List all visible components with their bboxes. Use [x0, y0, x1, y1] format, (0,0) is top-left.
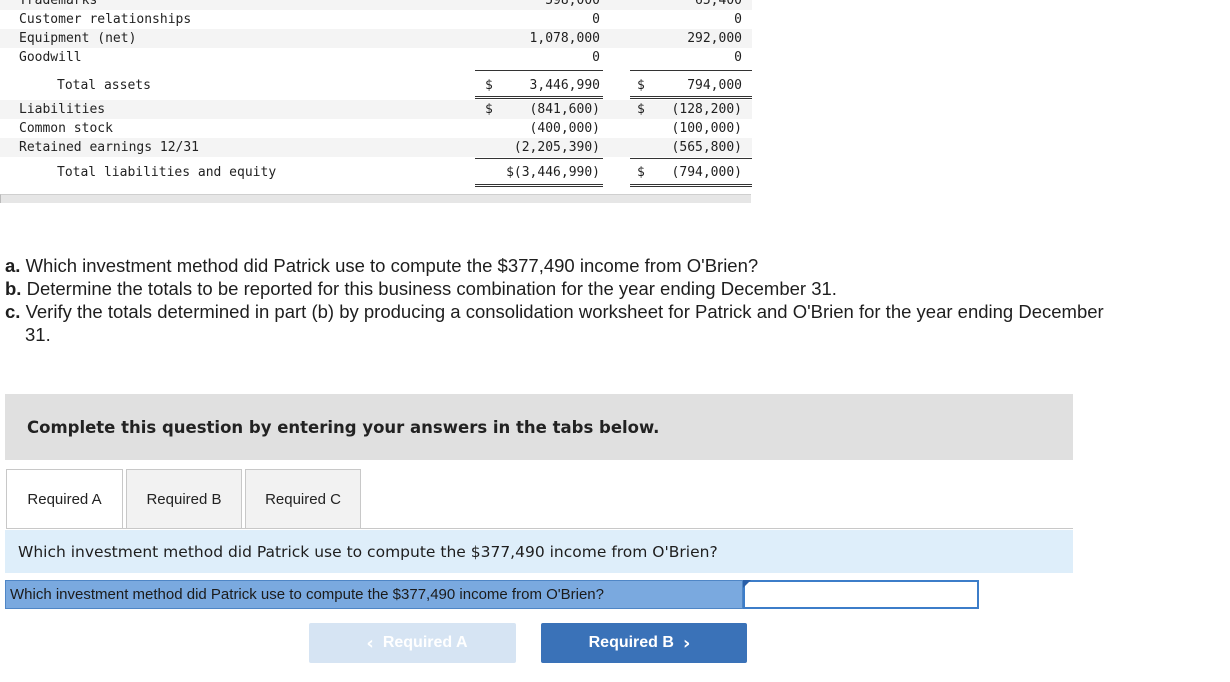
question-b: b. Determine the totals to be reported f…	[5, 277, 1105, 300]
patrick-value: 0	[592, 12, 600, 27]
obrien-value: 794,000	[687, 78, 742, 93]
obrien-value: (565,800)	[671, 140, 742, 155]
table-row: Equipment (net) 1,078,000 292,000	[0, 29, 752, 48]
underline	[630, 70, 752, 71]
underline	[475, 70, 603, 71]
answer-label: Which investment method did Patrick use …	[5, 580, 743, 609]
tab-required-b[interactable]: Required B	[126, 469, 242, 529]
tab-required-a[interactable]: Required A	[6, 469, 123, 529]
chevron-right-icon: ›	[682, 632, 691, 654]
question-text: Verify the totals determined in part (b)…	[25, 301, 1104, 345]
obrien-value: 0	[734, 12, 742, 27]
patrick-value: 3,446,990	[529, 78, 600, 93]
balance-sheet-table: Trademarks 598,000 65,400 Customer relat…	[0, 0, 752, 187]
prev-button-label: Required A	[382, 634, 468, 651]
row-label: Customer relationships	[19, 12, 192, 27]
patrick-value: $(3,446,990)	[506, 165, 600, 180]
question-letter: a.	[5, 255, 21, 276]
question-a: a. Which investment method did Patrick u…	[5, 254, 1105, 277]
obrien-value: 0	[734, 50, 742, 65]
table-row: Liabilities $ (841,600) $ (128,200)	[0, 100, 752, 119]
row-label: Total liabilities and equity	[57, 165, 277, 180]
row-label: Equipment (net)	[19, 31, 137, 46]
question-letter: c.	[5, 301, 21, 322]
chevron-left-icon: ‹	[366, 632, 374, 654]
patrick-value: (400,000)	[529, 121, 600, 136]
table-row: Goodwill 0 0	[0, 48, 752, 67]
double-underline	[630, 96, 752, 97]
row-label: Liabilities	[19, 102, 106, 117]
double-underline	[475, 98, 603, 99]
obrien-value: 292,000	[687, 31, 742, 46]
question-letter: b.	[5, 278, 22, 299]
question-text: Which investment method did Patrick use …	[25, 255, 759, 276]
double-underline	[475, 96, 603, 97]
double-underline	[475, 186, 603, 187]
row-label: Trademarks	[19, 0, 98, 8]
tab-divider	[6, 528, 1073, 529]
patrick-value: (2,205,390)	[513, 140, 600, 155]
row-label: Total assets	[57, 78, 151, 93]
prompt-text: Which investment method did Patrick use …	[18, 542, 718, 561]
next-required-b-button[interactable]: Required B ›	[541, 623, 747, 663]
double-underline	[630, 98, 752, 99]
underline	[475, 158, 603, 159]
question-list: a. Which investment method did Patrick u…	[5, 254, 1105, 346]
underline	[630, 158, 752, 159]
answer-input[interactable]	[743, 580, 979, 609]
patrick-value: 1,078,000	[529, 31, 600, 46]
patrick-value: 0	[592, 50, 600, 65]
table-row: Common stock (400,000) (100,000)	[0, 119, 752, 138]
instruction-text: Complete this question by entering your …	[27, 417, 660, 437]
row-label: Retained earnings 12/31	[19, 140, 200, 155]
row-label: Goodwill	[19, 50, 82, 65]
tab-required-c[interactable]: Required C	[245, 469, 361, 529]
double-underline	[630, 184, 752, 185]
table-row: Trademarks 598,000 65,400	[0, 0, 752, 10]
obrien-value: (128,200)	[671, 102, 742, 117]
prev-required-a-button[interactable]: ‹ Required A	[309, 623, 516, 663]
question-c: c. Verify the totals determined in part …	[5, 300, 1105, 346]
patrick-value: (841,600)	[529, 102, 600, 117]
tab-prompt: Which investment method did Patrick use …	[5, 530, 1073, 573]
patrick-value: 598,000	[545, 0, 600, 8]
horizontal-scrollbar[interactable]	[0, 194, 751, 203]
obrien-value: (100,000)	[671, 121, 742, 136]
total-liabilities-equity-row: Total liabilities and equity $(3,446,990…	[0, 163, 752, 182]
instruction-banner: Complete this question by entering your …	[5, 394, 1073, 460]
row-label: Common stock	[19, 121, 113, 136]
table-row: Customer relationships 0 0	[0, 10, 752, 29]
table-row: Retained earnings 12/31 (2,205,390) (565…	[0, 138, 752, 157]
total-assets-row: Total assets $ 3,446,990 $ 794,000	[0, 76, 752, 95]
obrien-value: 65,400	[695, 0, 742, 8]
question-text: Determine the totals to be reported for …	[26, 278, 837, 299]
double-underline	[630, 186, 752, 187]
next-button-label: Required B	[588, 634, 674, 651]
obrien-value: (794,000)	[671, 165, 742, 180]
double-underline	[475, 184, 603, 185]
